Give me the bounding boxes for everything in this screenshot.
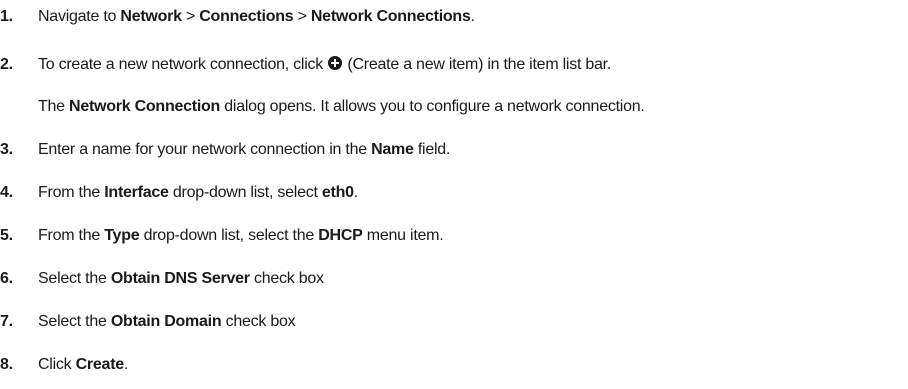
step-text: Select the Obtain Domain check box	[38, 313, 296, 330]
step-number: 5.	[0, 227, 13, 244]
step-text: From the Interface drop-down list, selec…	[38, 184, 358, 201]
step-text: Select the Obtain DNS Server check box	[38, 270, 324, 287]
instruction-steps: 1. Navigate to Network > Connections > N…	[0, 0, 908, 389]
step-number: 4.	[0, 184, 13, 201]
step-number: 2.	[0, 56, 13, 73]
plus-circle-icon	[328, 56, 343, 70]
step-number: 6.	[0, 270, 13, 287]
step-number: 8.	[0, 356, 13, 373]
step-text: Click Create.	[38, 356, 129, 373]
step-number: 3.	[0, 141, 13, 158]
step-text: To create a new network connection, clic…	[38, 56, 612, 73]
step-number: 1.	[0, 8, 13, 25]
step-text: The Network Connection dialog opens. It …	[38, 98, 645, 115]
step-text: Navigate to Network > Connections > Netw…	[38, 8, 475, 25]
step-number: 7.	[0, 313, 13, 330]
step-text: From the Type drop-down list, select the…	[38, 227, 444, 244]
step-text: Enter a name for your network connection…	[38, 141, 451, 158]
